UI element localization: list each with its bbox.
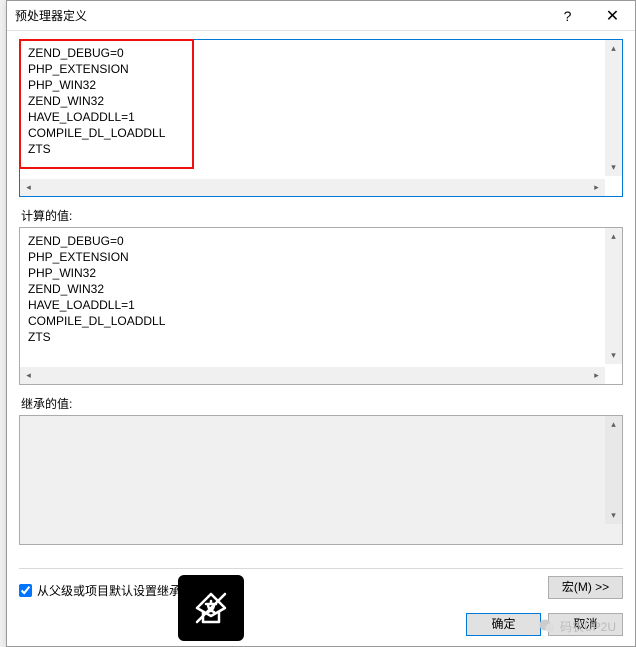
inherited-values-label: 继承的值: — [21, 395, 623, 412]
scroll-right-icon[interactable]: ▸ — [588, 179, 605, 196]
divider — [19, 568, 623, 569]
overlay-badge — [178, 575, 244, 641]
scroll-down-icon[interactable]: ▾ — [605, 159, 622, 176]
watermark-text: 码农UP2U — [560, 618, 616, 635]
window-title: 预处理器定义 — [15, 7, 545, 24]
scroll-right-icon[interactable]: ▸ — [588, 367, 605, 384]
scroll-left-icon[interactable]: ◂ — [20, 179, 37, 196]
horizontal-scrollbar[interactable]: ◂ ▸ — [20, 367, 605, 384]
inherit-checkbox[interactable] — [19, 584, 32, 597]
inherit-checkbox-label: 从父级或项目默认设置继承 — [37, 582, 181, 599]
watermark: 码农UP2U — [538, 617, 616, 635]
help-button[interactable]: ? — [545, 1, 590, 31]
dialog-content: ZEND_DEBUG=0 PHP_EXTENSION PHP_WIN32 ZEN… — [7, 31, 635, 555]
inherited-values-box: ▴ ▾ — [19, 415, 623, 545]
scroll-up-icon[interactable]: ▴ — [605, 228, 622, 245]
ok-button[interactable]: 确定 — [466, 613, 541, 636]
horizontal-scrollbar[interactable]: ◂ ▸ — [20, 179, 605, 196]
scroll-left-icon[interactable]: ◂ — [20, 367, 37, 384]
vertical-scrollbar[interactable]: ▴ ▾ — [605, 40, 622, 176]
scroll-down-icon[interactable]: ▾ — [605, 347, 622, 364]
vertical-scrollbar[interactable]: ▴ ▾ — [605, 416, 622, 524]
titlebar: 预处理器定义 ? ✕ — [7, 1, 635, 31]
bottom-buttons-area: 从父级或项目默认设置继承 宏(M) >> 确定 取消 — [19, 576, 623, 636]
computed-values-box: ZEND_DEBUG=0 PHP_EXTENSION PHP_WIN32 ZEN… — [19, 227, 623, 385]
inherit-checkbox-row[interactable]: 从父级或项目默认设置继承 — [19, 582, 181, 599]
scroll-down-icon[interactable]: ▾ — [605, 507, 622, 524]
editable-values-textarea[interactable]: ZEND_DEBUG=0 PHP_EXTENSION PHP_WIN32 ZEN… — [19, 39, 623, 197]
vertical-scrollbar[interactable]: ▴ ▾ — [605, 228, 622, 364]
macro-button[interactable]: 宏(M) >> — [548, 576, 623, 599]
close-button[interactable]: ✕ — [590, 1, 635, 31]
no-translate-icon — [191, 588, 231, 628]
scroll-up-icon[interactable]: ▴ — [605, 40, 622, 57]
computed-values-label: 计算的值: — [21, 207, 623, 224]
scroll-up-icon[interactable]: ▴ — [605, 416, 622, 433]
editable-values-text[interactable]: ZEND_DEBUG=0 PHP_EXTENSION PHP_WIN32 ZEN… — [20, 40, 622, 174]
preprocessor-definitions-dialog: 预处理器定义 ? ✕ ZEND_DEBUG=0 PHP_EXTENSION PH… — [6, 0, 636, 647]
wechat-icon — [538, 617, 556, 635]
computed-values-text: ZEND_DEBUG=0 PHP_EXTENSION PHP_WIN32 ZEN… — [20, 228, 622, 362]
